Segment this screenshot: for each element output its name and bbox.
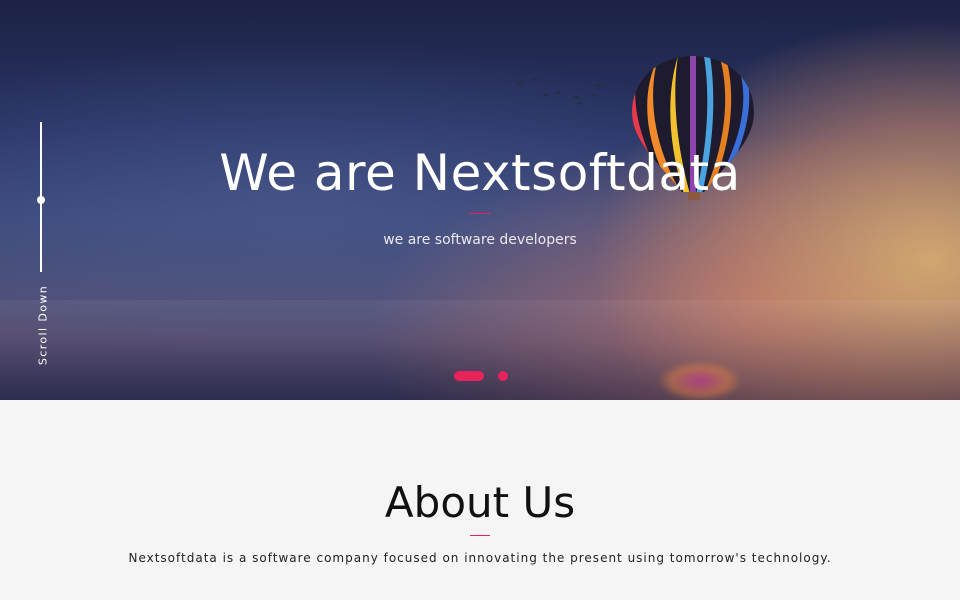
birds-image [516,78,602,105]
hero-title: We are Nextsoftdata [219,144,741,202]
hero-subtitle: we are software developers [383,232,577,248]
slider-pagination [454,371,508,381]
scroll-indicator-dot [37,196,45,204]
hero-title-underline [470,213,490,214]
about-description: Nextsoftdata is a software company focus… [128,551,832,565]
hero-section: We are Nextsoftdata we are software deve… [0,0,960,400]
balloon-reflection [660,362,740,400]
slider-dot[interactable] [498,371,508,381]
about-title: About Us [384,478,576,527]
about-title-underline [470,535,490,536]
slider-dot-active[interactable] [454,371,484,381]
hero-sea [0,300,960,400]
scroll-down-link[interactable]: Scroll Down [37,285,50,365]
about-section: About Us Nextsoftdata is a software comp… [0,400,960,600]
